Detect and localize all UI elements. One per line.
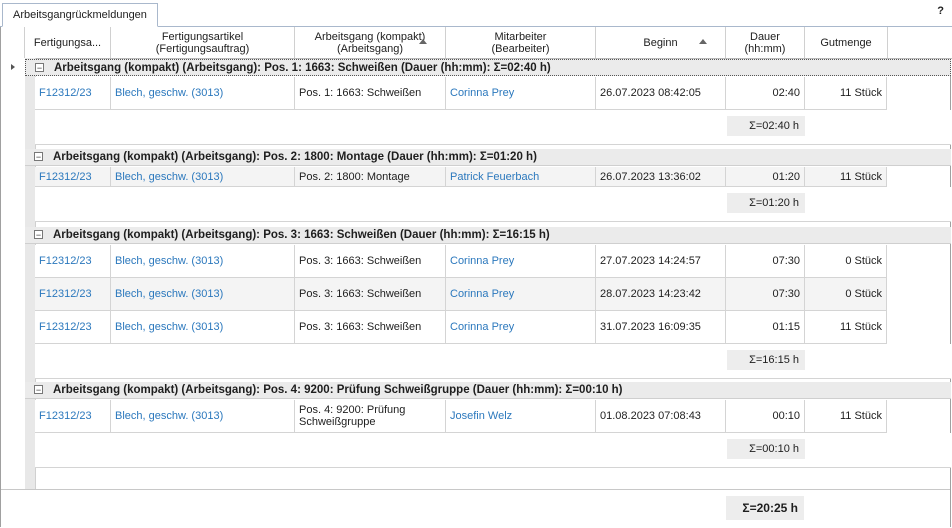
collapse-toggle-icon[interactable]: − bbox=[34, 152, 43, 162]
header-indicator bbox=[1, 27, 25, 58]
table-row[interactable]: F12312/23 Blech, geschw. (3013) Pos. 3: 16… bbox=[35, 245, 887, 278]
cell-arbeitsgang: Pos. 3: 1663: Schweißen bbox=[295, 245, 446, 277]
group-sum: Σ=00:10 h bbox=[727, 439, 805, 459]
group-row[interactable]: − Arbeitsgang (kompakt) (Arbeitsgang): Po… bbox=[25, 227, 951, 244]
table-row[interactable]: F12312/23 Blech, geschw. (3013) Pos. 1: 16… bbox=[35, 77, 887, 110]
group-row[interactable]: − Arbeitsgang (kompakt) (Arbeitsgang): Po… bbox=[25, 382, 951, 399]
cell-arbeitsgang: Pos. 1: 1663: Schweißen bbox=[295, 77, 446, 109]
cell-gutmenge: 0 Stück bbox=[805, 245, 887, 277]
grand-total-bar: Σ=20:25 h bbox=[1, 489, 950, 527]
group-title: Arbeitsgang (kompakt) (Arbeitsgang): Pos… bbox=[53, 229, 550, 241]
cell-mitarbeiter[interactable]: Corinna Prey bbox=[446, 77, 596, 109]
column-header-beginn[interactable]: Beginn bbox=[596, 27, 726, 58]
sort-ascending-icon bbox=[419, 39, 427, 44]
cell-fertigungsauftrag[interactable]: F12312/23 bbox=[35, 400, 111, 432]
table-row[interactable]: F12312/23 Blech, geschw. (3013) Pos. 3: 16… bbox=[35, 311, 887, 344]
group-row[interactable]: − Arbeitsgang (kompakt) (Arbeitsgang): Po… bbox=[25, 149, 951, 166]
cell-beginn: 26.07.2023 08:42:05 bbox=[596, 77, 726, 109]
cell-mitarbeiter[interactable]: Corinna Prey bbox=[446, 245, 596, 277]
group-sum: Σ=16:15 h bbox=[727, 350, 805, 370]
cell-mitarbeiter[interactable]: Corinna Prey bbox=[446, 278, 596, 310]
column-header-dauer[interactable]: Dauer (hh:mm) bbox=[726, 27, 805, 58]
cell-arbeitsgang: Pos. 3: 1663: Schweißen bbox=[295, 311, 446, 343]
table-row[interactable]: F12312/23 Blech, geschw. (3013) Pos. 4: 92… bbox=[35, 400, 887, 433]
cell-fertigungsartikel[interactable]: Blech, geschw. (3013) bbox=[111, 311, 295, 343]
current-row-pointer-icon bbox=[11, 64, 15, 70]
cell-fertigungsartikel[interactable]: Blech, geschw. (3013) bbox=[111, 400, 295, 432]
cell-beginn: 01.08.2023 07:08:43 bbox=[596, 400, 726, 432]
cell-gutmenge: 11 Stück bbox=[805, 311, 887, 343]
cell-mitarbeiter[interactable]: Patrick Feuerbach bbox=[446, 167, 596, 186]
column-header-arbeitsgang[interactable]: Arbeitsgang (kompakt) (Arbeitsgang) bbox=[295, 27, 446, 58]
cell-beginn: 28.07.2023 14:23:42 bbox=[596, 278, 726, 310]
tab-arbeitsgangrueckmeldungen[interactable]: Arbeitsgangrückmeldungen bbox=[2, 3, 158, 27]
group-title: Arbeitsgang (kompakt) (Arbeitsgang): Pos… bbox=[53, 384, 623, 396]
cell-fertigungsartikel[interactable]: Blech, geschw. (3013) bbox=[111, 245, 295, 277]
cell-fertigungsauftrag[interactable]: F12312/23 bbox=[35, 167, 111, 186]
group-sum: Σ=01:20 h bbox=[727, 193, 805, 213]
column-header-fertigungsartikel[interactable]: Fertigungsartikel (Fertigungsauftrag) bbox=[111, 27, 295, 58]
cell-gutmenge: 11 Stück bbox=[805, 400, 887, 432]
cell-mitarbeiter[interactable]: Corinna Prey bbox=[446, 311, 596, 343]
collapse-toggle-icon[interactable]: − bbox=[34, 230, 43, 240]
cell-fertigungsartikel[interactable]: Blech, geschw. (3013) bbox=[111, 167, 295, 186]
cell-dauer: 07:30 bbox=[726, 278, 805, 310]
collapse-toggle-icon[interactable]: − bbox=[34, 385, 43, 395]
group-sum: Σ=02:40 h bbox=[727, 116, 805, 136]
row-indicator-column bbox=[1, 58, 26, 508]
collapse-toggle-icon[interactable]: − bbox=[35, 63, 44, 73]
grand-total-sum: Σ=20:25 h bbox=[726, 496, 804, 520]
cell-mitarbeiter[interactable]: Josefin Welz bbox=[446, 400, 596, 432]
column-header-gutmenge[interactable]: Gutmenge bbox=[805, 27, 888, 58]
cell-fertigungsauftrag[interactable]: F12312/23 bbox=[35, 278, 111, 310]
group-title: Arbeitsgang (kompakt) (Arbeitsgang): Pos… bbox=[54, 62, 551, 74]
cell-gutmenge: 11 Stück bbox=[805, 77, 887, 109]
column-header-mitarbeiter[interactable]: Mitarbeiter (Bearbeiter) bbox=[446, 27, 596, 58]
help-icon[interactable]: ? bbox=[937, 5, 944, 17]
cell-fertigungsauftrag[interactable]: F12312/23 bbox=[35, 77, 111, 109]
cell-fertigungsartikel[interactable]: Blech, geschw. (3013) bbox=[111, 77, 295, 109]
grid-header: Fertigungsa... Fertigungsartikel (Fertig… bbox=[1, 27, 952, 59]
cell-dauer: 07:30 bbox=[726, 245, 805, 277]
cell-dauer: 00:10 bbox=[726, 400, 805, 432]
group-row[interactable]: − Arbeitsgang (kompakt) (Arbeitsgang): Po… bbox=[25, 59, 951, 76]
cell-beginn: 26.07.2023 13:36:02 bbox=[596, 167, 726, 186]
group-footer: Σ=00:10 h bbox=[35, 433, 951, 468]
table-row[interactable]: F12312/23 Blech, geschw. (3013) Pos. 3: 16… bbox=[35, 278, 887, 311]
table-row[interactable]: F12312/23 Blech, geschw. (3013) Pos. 2: 18… bbox=[35, 167, 887, 187]
tab-bar: Arbeitsgangrückmeldungen ? bbox=[0, 0, 952, 27]
cell-fertigungsauftrag[interactable]: F12312/23 bbox=[35, 311, 111, 343]
cell-beginn: 27.07.2023 14:24:57 bbox=[596, 245, 726, 277]
cell-dauer: 02:40 bbox=[726, 77, 805, 109]
cell-beginn: 31.07.2023 16:09:35 bbox=[596, 311, 726, 343]
cell-gutmenge: 11 Stück bbox=[805, 167, 887, 186]
cell-fertigungsauftrag[interactable]: F12312/23 bbox=[35, 245, 111, 277]
cell-fertigungsartikel[interactable]: Blech, geschw. (3013) bbox=[111, 278, 295, 310]
cell-gutmenge: 0 Stück bbox=[805, 278, 887, 310]
group-footer: Σ=02:40 h bbox=[35, 110, 951, 145]
cell-dauer: 01:15 bbox=[726, 311, 805, 343]
data-grid: Fertigungsa... Fertigungsartikel (Fertig… bbox=[0, 27, 952, 527]
group-footer: Σ=01:20 h bbox=[35, 187, 951, 222]
cell-dauer: 01:20 bbox=[726, 167, 805, 186]
group-footer: Σ=16:15 h bbox=[35, 344, 951, 379]
cell-arbeitsgang: Pos. 2: 1800: Montage bbox=[295, 167, 446, 186]
column-header-fertigungsauftrag[interactable]: Fertigungsa... bbox=[25, 27, 111, 58]
sort-ascending-icon bbox=[699, 39, 707, 44]
cell-arbeitsgang: Pos. 3: 1663: Schweißen bbox=[295, 278, 446, 310]
group-title: Arbeitsgang (kompakt) (Arbeitsgang): Pos… bbox=[53, 151, 537, 163]
cell-arbeitsgang: Pos. 4: 9200: Prüfung Schweißgruppe bbox=[295, 400, 446, 432]
